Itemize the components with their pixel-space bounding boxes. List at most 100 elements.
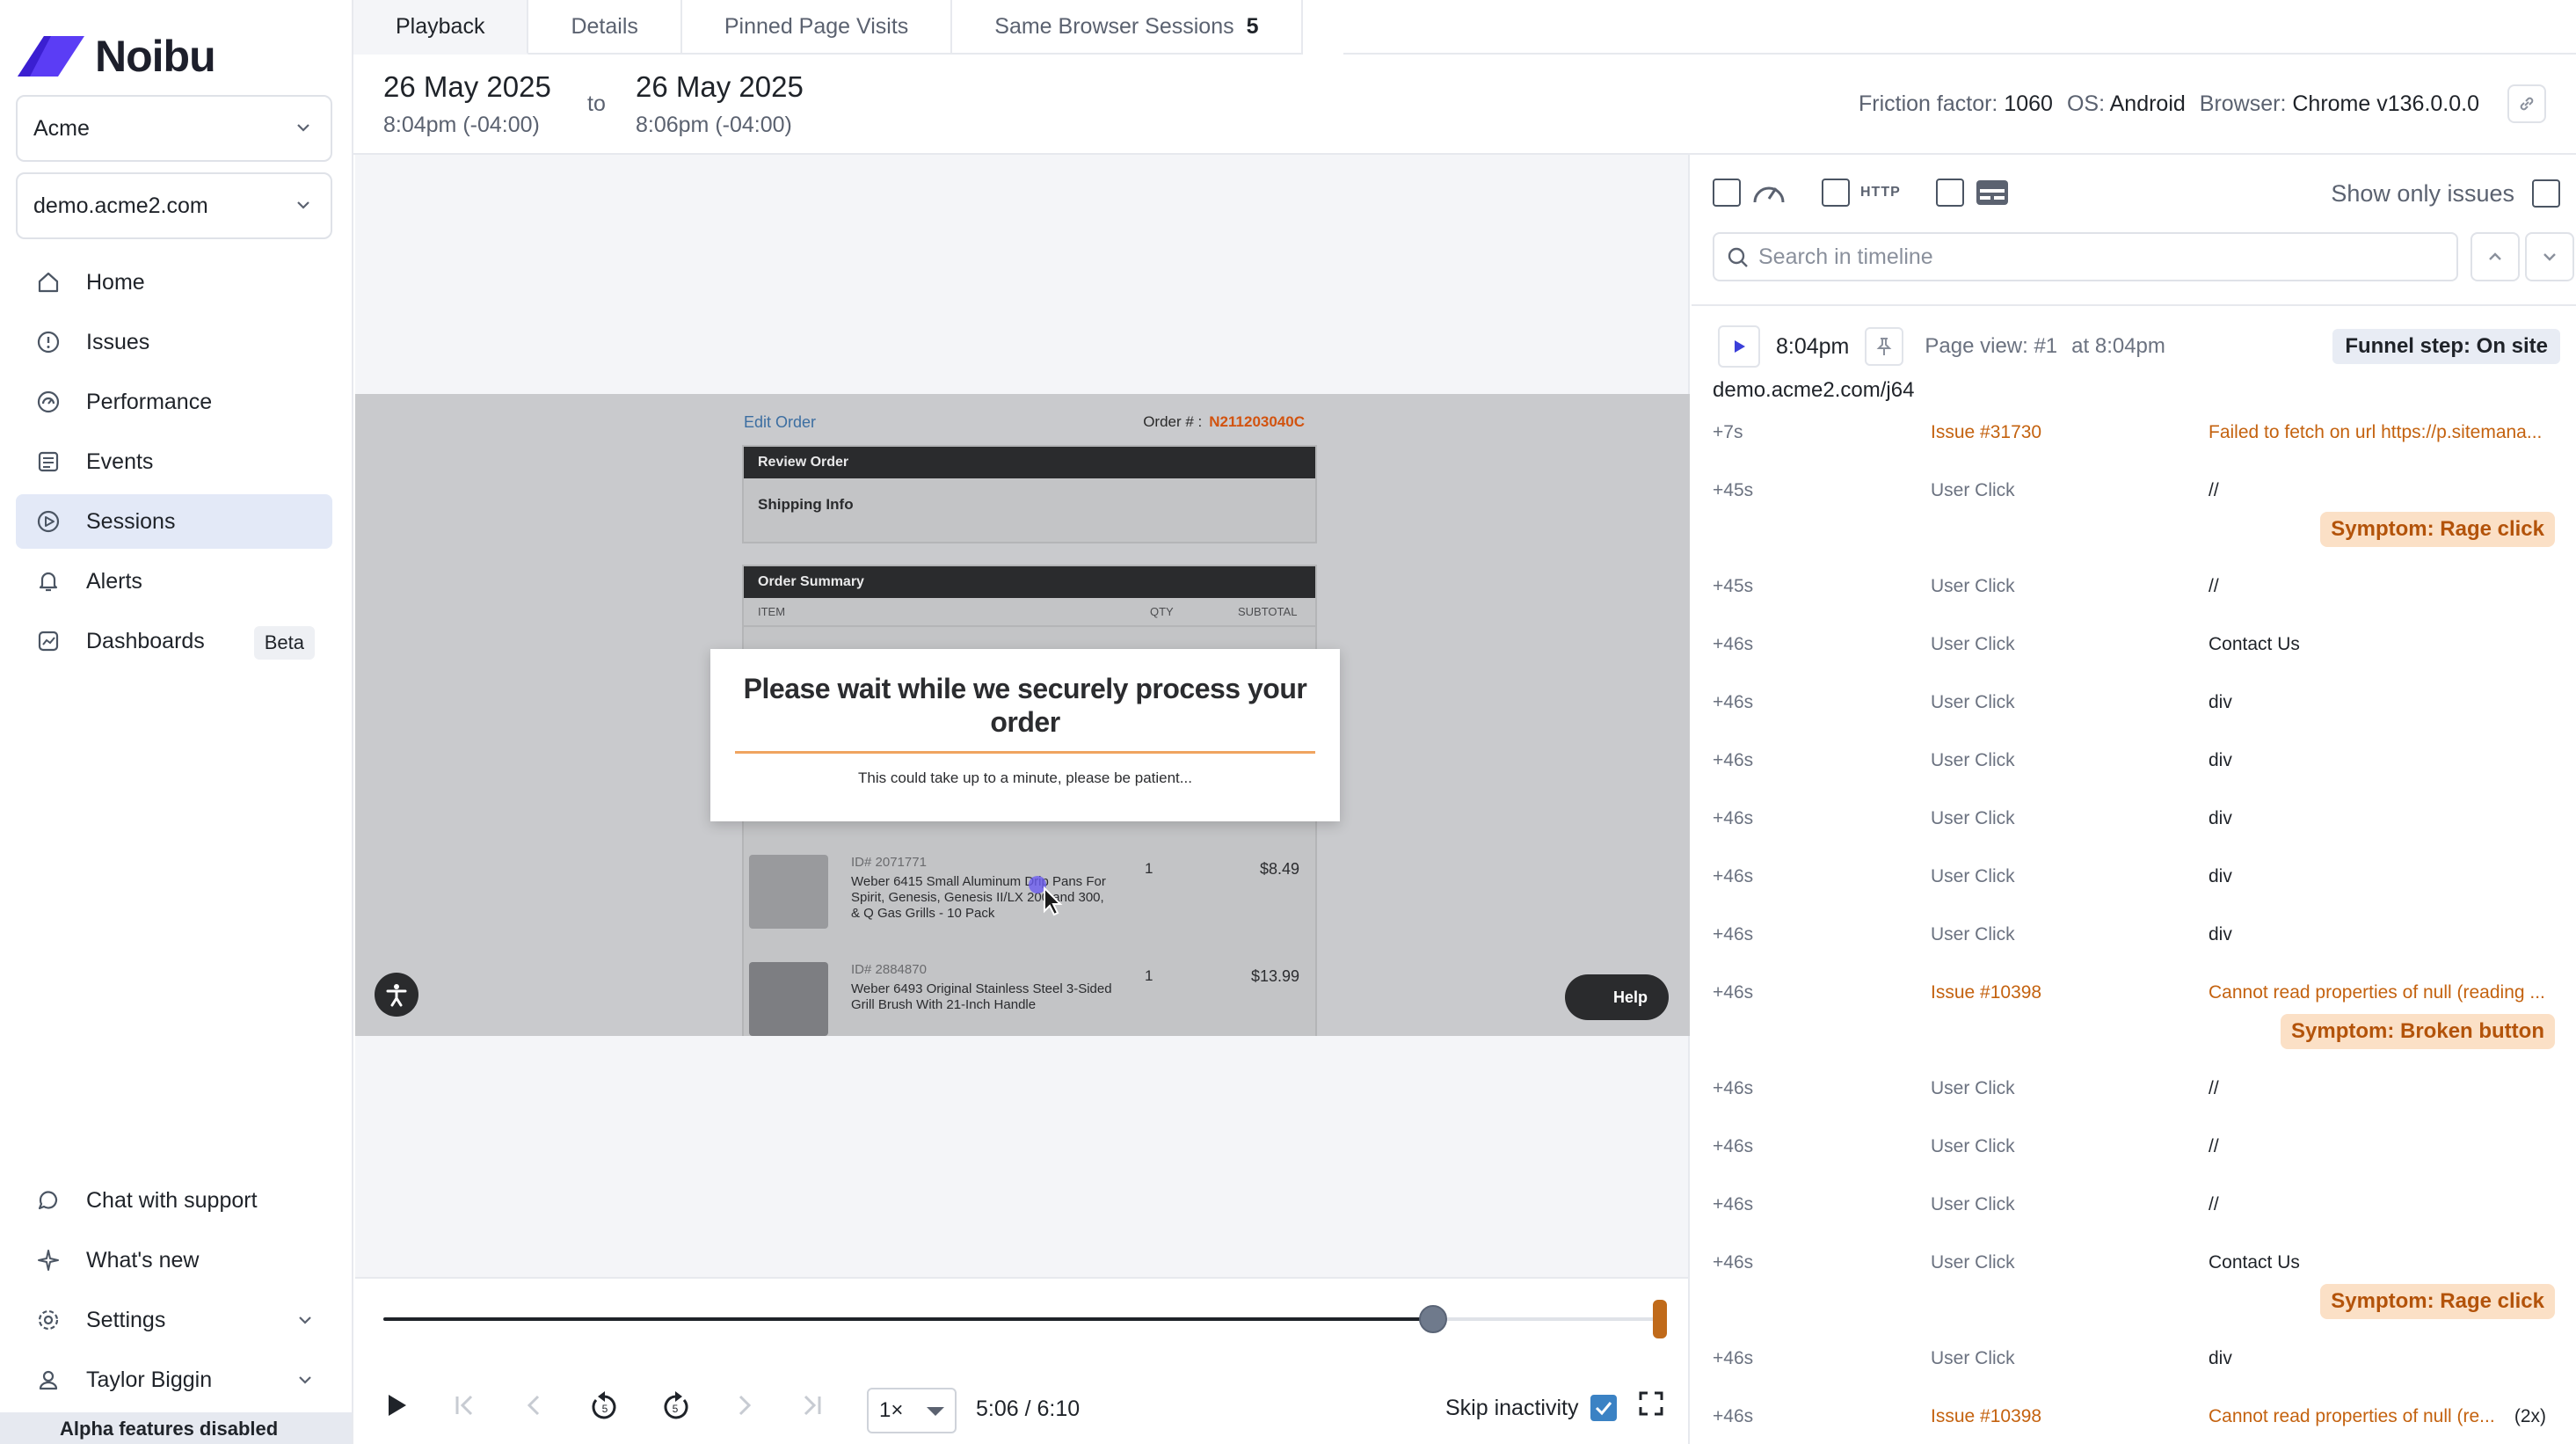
play-icon [1735, 340, 1745, 353]
user-menu[interactable]: Taylor Biggin [16, 1353, 332, 1407]
tab-label: Pinned Page Visits [724, 13, 909, 39]
timeline-event[interactable]: +46s Issue #10398 Cannot read properties o… [1713, 974, 2557, 1012]
col-subtotal: SUBTOTAL [1238, 605, 1298, 618]
forward-5s-button[interactable]: 5 [656, 1388, 695, 1426]
nav-item-issues[interactable]: Issues [16, 315, 332, 369]
nav-item-sessions[interactable]: Sessions [16, 494, 332, 549]
nav-item-events[interactable]: Events [16, 434, 332, 489]
symptom-badge: Symptom: Rage click [2320, 1284, 2555, 1319]
fullscreen-button[interactable] [1635, 1388, 1667, 1419]
event-type: User Click [1931, 692, 2015, 712]
filter-console-checkbox[interactable] [1935, 179, 1964, 207]
tab-label: Details [571, 13, 638, 39]
timeline-search-input[interactable]: Search in timeline [1713, 232, 2458, 281]
timeline-event[interactable]: +46s User Click div [1713, 1339, 2557, 1378]
timeline-event[interactable]: +46s User Click div [1713, 857, 2557, 896]
bell-icon [35, 568, 62, 594]
tab-same-browser-sessions[interactable]: Same Browser Sessions 5 [952, 0, 1303, 55]
timeline-event[interactable]: +46s User Click // [1713, 1127, 2557, 1166]
start-time: 8:04pm (-04:00) [383, 113, 540, 137]
skip-to-end-button[interactable] [795, 1388, 830, 1423]
event-detail: // [2209, 1136, 2219, 1156]
timeline-event[interactable]: +46s User Click Contact Us [1713, 625, 2557, 664]
event-detail: Cannot read properties of null (re... [2209, 1406, 2495, 1426]
dashboards-icon [35, 628, 62, 654]
timeline-event[interactable]: +45s User Click // [1713, 471, 2557, 510]
browser-value: Chrome v136.0.0.0 [2292, 91, 2479, 116]
timeline-event[interactable]: +46s Issue #10398 Cannot read properties o… [1713, 1397, 2557, 1436]
nav-label: Home [86, 269, 145, 295]
rewind-5s-button[interactable]: 5 [586, 1388, 624, 1426]
nav-label: Issues [86, 329, 150, 354]
funnel-step-badge: Funnel step: On site [2332, 329, 2560, 364]
logo[interactable]: Noibu [18, 32, 216, 81]
org-select[interactable]: Acme [16, 95, 332, 162]
nav-label: Sessions [86, 508, 176, 534]
nav-label: Settings [86, 1307, 166, 1332]
play-from-here-button[interactable] [1718, 325, 1760, 368]
timeline-event[interactable]: +7s Issue #31730 Failed to fetch on url ht… [1713, 413, 2557, 452]
whats-new-link[interactable]: What's new [16, 1233, 332, 1287]
chevron-down-icon [2543, 253, 2556, 261]
event-type: User Click [1931, 634, 2015, 654]
play-button[interactable] [378, 1388, 413, 1423]
timeline-event[interactable]: +46s User Click div [1713, 683, 2557, 722]
timeline-event[interactable]: +46s User Click div [1713, 741, 2557, 780]
show-only-issues-toggle[interactable]: Show only issues [2331, 179, 2560, 208]
timeline-filters: HTTP [1713, 178, 2010, 208]
tab-pinned-page-visits[interactable]: Pinned Page Visits [681, 0, 953, 55]
previous-event-button[interactable] [517, 1388, 552, 1423]
os-value: Android [2109, 91, 2186, 116]
page-view-row: 8:04pm Page view: #1 at 8:04pm Funnel st… [1718, 322, 2562, 371]
timeline-event[interactable]: +46s User Click // [1713, 1185, 2557, 1224]
event-type[interactable]: Issue #10398 [1931, 1406, 2041, 1427]
domain-select[interactable]: demo.acme2.com [16, 172, 332, 239]
modal-message: This could take up to a minute, please b… [858, 769, 1192, 786]
skip-inactivity-checkbox[interactable] [1590, 1395, 1618, 1421]
event-type[interactable]: Issue #31730 [1931, 422, 2041, 443]
timeline-event[interactable]: +46s User Click // [1713, 1069, 2557, 1108]
symptom-badge: Symptom: Rage click [2320, 512, 2555, 547]
timeline-event[interactable]: +46s User Click Contact Us [1713, 1243, 2557, 1282]
sidebar: Noibu Acme demo.acme2.com Home Issues Pe… [0, 0, 353, 1444]
nav-item-alerts[interactable]: Alerts [16, 554, 332, 609]
bottom-nav: Chat with support What's new Settings Ta… [16, 1173, 332, 1412]
chat-support-link[interactable]: Chat with support [16, 1173, 332, 1228]
timeline-event[interactable]: +46s User Click div [1713, 915, 2557, 954]
playback-time: 5:06 / 6:10 [976, 1397, 1081, 1421]
filter-performance-checkbox[interactable] [1713, 179, 1741, 207]
main-nav: Home Issues Performance Events Sessions … [16, 255, 332, 674]
event-offset: +46s [1713, 1252, 1754, 1273]
session-end: 26 May 2025 8:06pm (-04:00) [636, 70, 804, 138]
event-detail: // [2209, 1078, 2219, 1098]
nav-item-performance[interactable]: Performance [16, 375, 332, 429]
item-qty: 1 [1145, 860, 1153, 877]
next-match-button[interactable] [2525, 232, 2574, 281]
filter-http-checkbox[interactable] [1822, 179, 1850, 207]
nav-item-home[interactable]: Home [16, 255, 332, 310]
copy-link-button[interactable] [2507, 84, 2546, 123]
skip-inactivity-toggle[interactable]: Skip inactivity [1445, 1395, 1618, 1421]
show-only-issues-checkbox[interactable] [2532, 179, 2560, 208]
nav-item-dashboards[interactable]: Dashboards Beta [16, 614, 332, 668]
settings-menu[interactable]: Settings [16, 1293, 332, 1347]
event-type: User Click [1931, 1194, 2015, 1214]
replay-viewport[interactable]: Edit Order Order # : N211203040C Review O… [355, 394, 1690, 1036]
event-type[interactable]: Issue #10398 [1931, 982, 2041, 1003]
event-detail: Contact Us [2209, 1252, 2300, 1273]
timeline-event[interactable]: +45s User Click // [1713, 567, 2557, 606]
timeline-event[interactable]: +46s User Click div [1713, 799, 2557, 838]
seek-bar[interactable] [383, 1300, 1667, 1338]
tab-details[interactable]: Details [528, 0, 682, 55]
seek-handle[interactable] [1418, 1305, 1447, 1333]
tab-playback[interactable]: Playback [353, 0, 529, 55]
home-icon [35, 269, 62, 295]
nav-label: Chat with support [86, 1187, 258, 1213]
event-detail: div [2209, 808, 2232, 828]
timeline-panel: HTTP Show only issues Search in timeline… [1692, 155, 2576, 1444]
skip-to-start-button[interactable] [447, 1388, 482, 1423]
speed-select[interactable]: 1× [867, 1388, 957, 1433]
pin-page-button[interactable] [1865, 327, 1904, 366]
prev-match-button[interactable] [2470, 232, 2520, 281]
next-event-button[interactable] [726, 1388, 761, 1423]
